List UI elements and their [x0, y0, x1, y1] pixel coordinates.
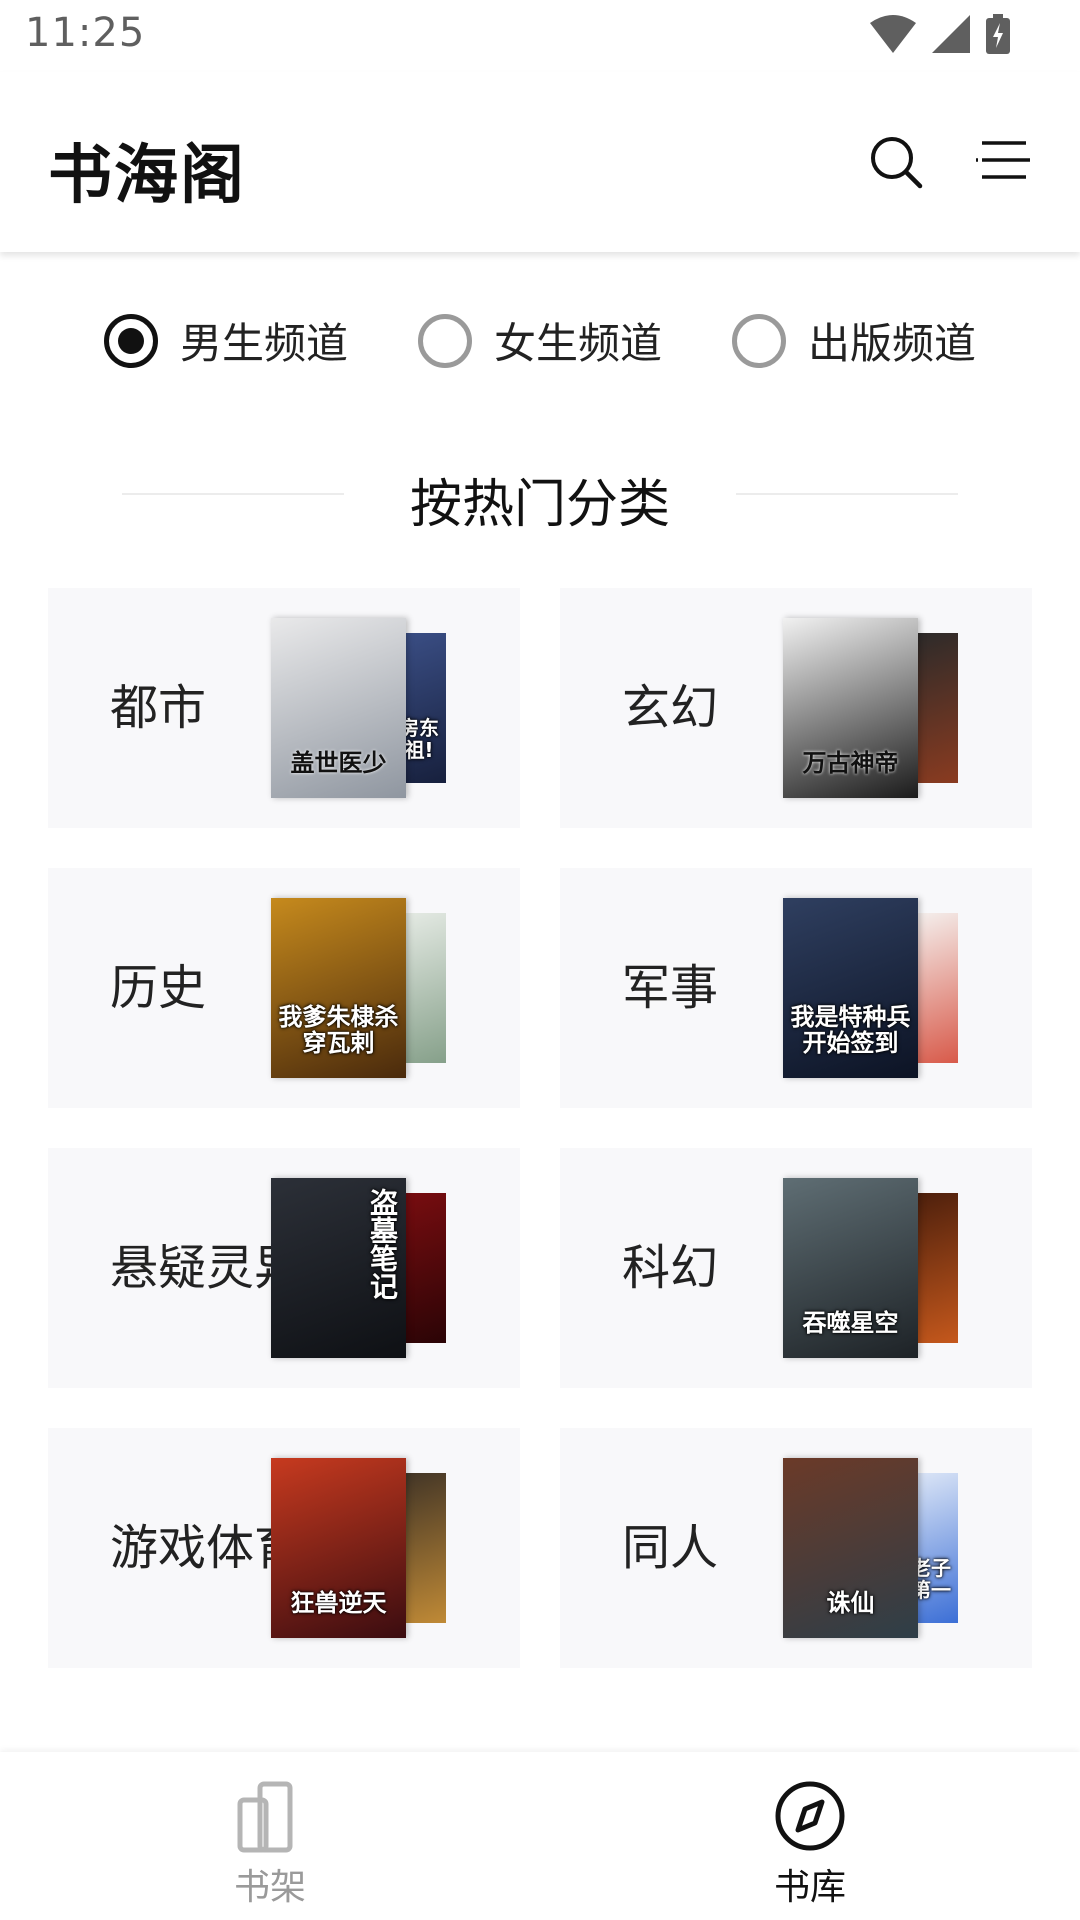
- radio-button[interactable]: [417, 313, 472, 368]
- channel-female[interactable]: 女生频道: [417, 310, 662, 371]
- category-label: 科幻: [622, 1240, 719, 1296]
- nav-library[interactable]: 书库: [540, 1752, 1080, 1920]
- battery-icon: [986, 14, 1010, 54]
- search-icon: [871, 137, 923, 189]
- category-card-xuanyi[interactable]: 悬疑灵异 盗墓笔记: [48, 1148, 520, 1388]
- nav-bookshelf[interactable]: 书架: [0, 1752, 540, 1920]
- category-card-lishi[interactable]: 历史 我爹朱棣杀穿瓦剌: [48, 868, 520, 1108]
- category-card-dushi[interactable]: 都市 房东祖! 盖世医少: [48, 588, 520, 828]
- category-card-youxi[interactable]: 游戏体育 狂兽逆天: [48, 1428, 520, 1668]
- cover-title: 盖世医少: [290, 749, 387, 777]
- cover-title: 吞噬星空: [802, 1309, 899, 1337]
- category-card-kehuan[interactable]: 科幻 吞噬星空: [560, 1148, 1032, 1388]
- category-label: 都市: [110, 680, 207, 736]
- book-cover-primary: 我是特种兵开始签到: [783, 898, 918, 1078]
- app-header: 书海阁: [0, 72, 1080, 252]
- section-title: 按热门分类: [409, 475, 670, 535]
- book-cover-primary: 吞噬星空: [783, 1178, 918, 1358]
- category-label: 同人: [622, 1520, 719, 1576]
- status-time: 11:25: [25, 10, 146, 56]
- menu-button[interactable]: [972, 130, 1036, 194]
- book-cover-primary: 盗墓笔记: [271, 1178, 406, 1358]
- cover-title: 盗墓笔记: [366, 1188, 399, 1300]
- cover-title: 诛仙: [826, 1589, 875, 1617]
- compass-icon: [775, 1781, 845, 1851]
- cover-title: 我爹朱棣杀穿瓦剌: [278, 1003, 399, 1057]
- book-cover-primary: 盖世医少: [271, 618, 406, 798]
- channel-male[interactable]: 男生频道: [103, 310, 348, 371]
- channel-selector: 男生频道 女生频道 出版频道: [0, 310, 1080, 371]
- menu-icon: [976, 141, 1030, 179]
- book-cover-primary: 狂兽逆天: [271, 1458, 406, 1638]
- channel-publishing[interactable]: 出版频道: [732, 310, 976, 371]
- wifi-icon: [870, 15, 916, 53]
- category-label: 历史: [110, 960, 207, 1016]
- radio-button[interactable]: [732, 313, 786, 368]
- book-cover-primary: 诛仙: [783, 1458, 918, 1638]
- divider-right: [736, 493, 958, 495]
- section-header: 按热门分类: [0, 460, 1080, 535]
- channel-label: 女生频道: [493, 319, 662, 368]
- nav-label: 书库: [773, 1867, 846, 1908]
- channel-label: 男生频道: [179, 319, 348, 368]
- cellular-signal-icon: [932, 15, 970, 53]
- cover-title: 万古神帝: [802, 749, 899, 777]
- category-label: 军事: [622, 960, 719, 1016]
- cover-title: 我是特种兵开始签到: [790, 1003, 911, 1057]
- book-cover-primary: 我爹朱棣杀穿瓦剌: [271, 898, 406, 1078]
- app-title: 书海阁: [48, 139, 246, 213]
- status-icons: [870, 14, 1010, 54]
- channel-label: 出版频道: [808, 319, 977, 368]
- book-cover-primary: 万古神帝: [783, 618, 918, 798]
- category-card-xuanhuan[interactable]: 玄幻 万古神帝: [560, 588, 1032, 828]
- status-bar: 11:25: [0, 0, 1080, 72]
- cover-title: 狂兽逆天: [290, 1589, 387, 1617]
- nav-label: 书架: [233, 1867, 306, 1908]
- bottom-nav: 书架 书库: [0, 1752, 1080, 1920]
- category-grid: 都市 房东祖! 盖世医少 玄幻 万古神帝 历史 我爹朱棣杀穿瓦剌 军事 我是特种…: [48, 588, 1032, 1668]
- category-card-tongren[interactable]: 同人 老子第一 诛仙: [560, 1428, 1032, 1668]
- category-label: 玄幻: [622, 680, 719, 736]
- bookshelf-icon: [237, 1781, 293, 1853]
- category-card-junshi[interactable]: 军事 我是特种兵开始签到: [560, 868, 1032, 1108]
- radio-button[interactable]: [103, 313, 158, 368]
- search-button[interactable]: [864, 130, 928, 194]
